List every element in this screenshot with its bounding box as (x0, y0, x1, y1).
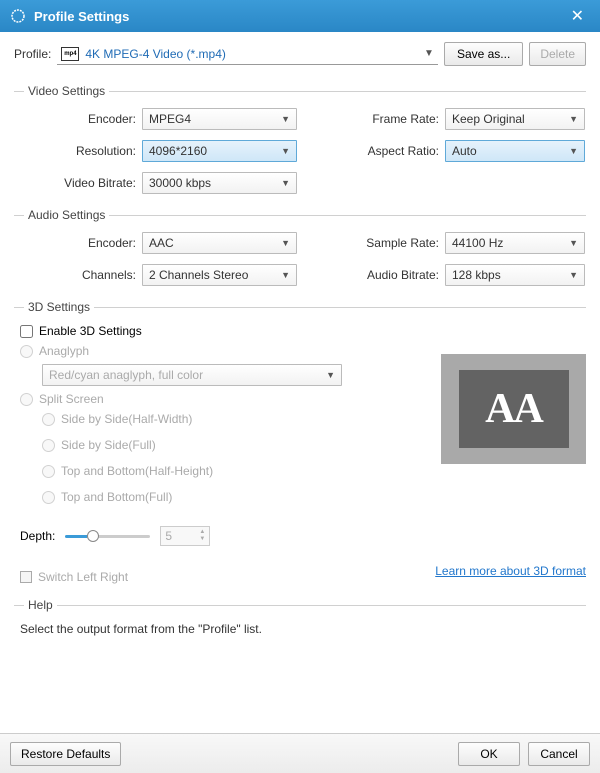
resolution-label: Resolution: (14, 144, 142, 158)
enable-3d-label: Enable 3D Settings (39, 324, 142, 338)
help-section-title: Help (24, 598, 57, 612)
restore-defaults-button[interactable]: Restore Defaults (10, 742, 121, 766)
delete-button: Delete (529, 42, 586, 66)
chevron-down-icon: ▼ (424, 48, 434, 59)
audio-bitrate-label: Audio Bitrate: (337, 268, 445, 282)
framerate-select[interactable]: Keep Original▼ (445, 108, 585, 130)
sbs-full-label: Side by Side(Full) (61, 438, 156, 452)
chevron-down-icon: ▼ (281, 146, 290, 156)
split-label: Split Screen (39, 392, 104, 406)
video-section-title: Video Settings (24, 84, 109, 98)
samplerate-select[interactable]: 44100 Hz▼ (445, 232, 585, 254)
audio-encoder-select[interactable]: AAC▼ (142, 232, 297, 254)
aspect-label: Aspect Ratio: (337, 144, 445, 158)
chevron-down-icon: ▼ (199, 536, 205, 543)
chevron-down-icon: ▼ (326, 370, 335, 380)
chevron-up-icon: ▲ (199, 529, 205, 536)
depth-row: Depth: 5 ▲▼ (20, 526, 586, 546)
chevron-down-icon: ▼ (569, 114, 578, 124)
anaglyph-row: Anaglyph (20, 344, 421, 358)
split-radio (20, 393, 33, 406)
tb-full-label: Top and Bottom(Full) (61, 490, 172, 504)
profile-label: Profile: (14, 47, 51, 61)
sbs-full-radio (42, 439, 55, 452)
enable-3d-checkbox[interactable] (20, 325, 33, 338)
depth-label: Depth: (20, 529, 55, 543)
audio-bitrate-select[interactable]: 128 kbps▼ (445, 264, 585, 286)
depth-slider[interactable] (65, 529, 150, 543)
video-settings-section: Video Settings Encoder: MPEG4▼ Frame Rat… (14, 84, 586, 194)
3d-settings-section: 3D Settings Enable 3D Settings Anaglyph … (14, 300, 586, 584)
chevron-down-icon: ▼ (281, 178, 290, 188)
close-icon[interactable]: ✕ (565, 4, 590, 28)
tb-half-label: Top and Bottom(Half-Height) (61, 464, 213, 478)
split-row: Split Screen (20, 392, 421, 406)
chevron-down-icon: ▼ (569, 238, 578, 248)
ok-button[interactable]: OK (458, 742, 520, 766)
sbs-half-label: Side by Side(Half-Width) (61, 412, 192, 426)
app-icon (10, 8, 26, 24)
anaglyph-select: Red/cyan anaglyph, full color▼ (42, 364, 342, 386)
mp4-icon: mp4 (61, 47, 79, 61)
aspect-select[interactable]: Auto▼ (445, 140, 585, 162)
resolution-select[interactable]: 4096*2160▼ (142, 140, 297, 162)
audio-encoder-label: Encoder: (14, 236, 142, 250)
audio-settings-section: Audio Settings Encoder: AAC▼ Sample Rate… (14, 208, 586, 286)
video-bitrate-select[interactable]: 30000 kbps▼ (142, 172, 297, 194)
tb-half-radio (42, 465, 55, 478)
audio-section-title: Audio Settings (24, 208, 109, 222)
video-bitrate-label: Video Bitrate: (14, 176, 142, 190)
chevron-down-icon: ▼ (569, 270, 578, 280)
switch-lr-checkbox (20, 571, 32, 583)
channels-label: Channels: (14, 268, 142, 282)
framerate-label: Frame Rate: (337, 112, 445, 126)
cancel-button[interactable]: Cancel (528, 742, 590, 766)
profile-value: 4K MPEG-4 Video (*.mp4) (85, 47, 226, 61)
depth-spinner: 5 ▲▼ (160, 526, 210, 546)
video-encoder-select[interactable]: MPEG4▼ (142, 108, 297, 130)
chevron-down-icon: ▼ (281, 270, 290, 280)
profile-select[interactable]: mp4 4K MPEG-4 Video (*.mp4) ▼ (57, 44, 438, 65)
help-section: Help Select the output format from the "… (14, 598, 586, 636)
samplerate-label: Sample Rate: (337, 236, 445, 250)
3d-section-title: 3D Settings (24, 300, 94, 314)
titlebar: Profile Settings ✕ (0, 0, 600, 32)
switch-lr-row: Switch Left Right (20, 570, 128, 584)
enable-3d-row: Enable 3D Settings (20, 324, 586, 338)
3d-preview: AA (441, 354, 586, 464)
help-text: Select the output format from the "Profi… (14, 622, 586, 636)
3d-preview-text: AA (459, 370, 569, 448)
chevron-down-icon: ▼ (281, 238, 290, 248)
footer: Restore Defaults OK Cancel (0, 733, 600, 773)
save-as-button[interactable]: Save as... (444, 42, 523, 66)
window-title: Profile Settings (34, 9, 565, 24)
switch-lr-label: Switch Left Right (38, 570, 128, 584)
learn-3d-link[interactable]: Learn more about 3D format (435, 564, 586, 578)
tb-full-radio (42, 491, 55, 504)
profile-row: Profile: mp4 4K MPEG-4 Video (*.mp4) ▼ S… (14, 42, 586, 66)
chevron-down-icon: ▼ (569, 146, 578, 156)
anaglyph-label: Anaglyph (39, 344, 89, 358)
sbs-half-radio (42, 413, 55, 426)
anaglyph-radio (20, 345, 33, 358)
encoder-label: Encoder: (14, 112, 142, 126)
channels-select[interactable]: 2 Channels Stereo▼ (142, 264, 297, 286)
chevron-down-icon: ▼ (281, 114, 290, 124)
